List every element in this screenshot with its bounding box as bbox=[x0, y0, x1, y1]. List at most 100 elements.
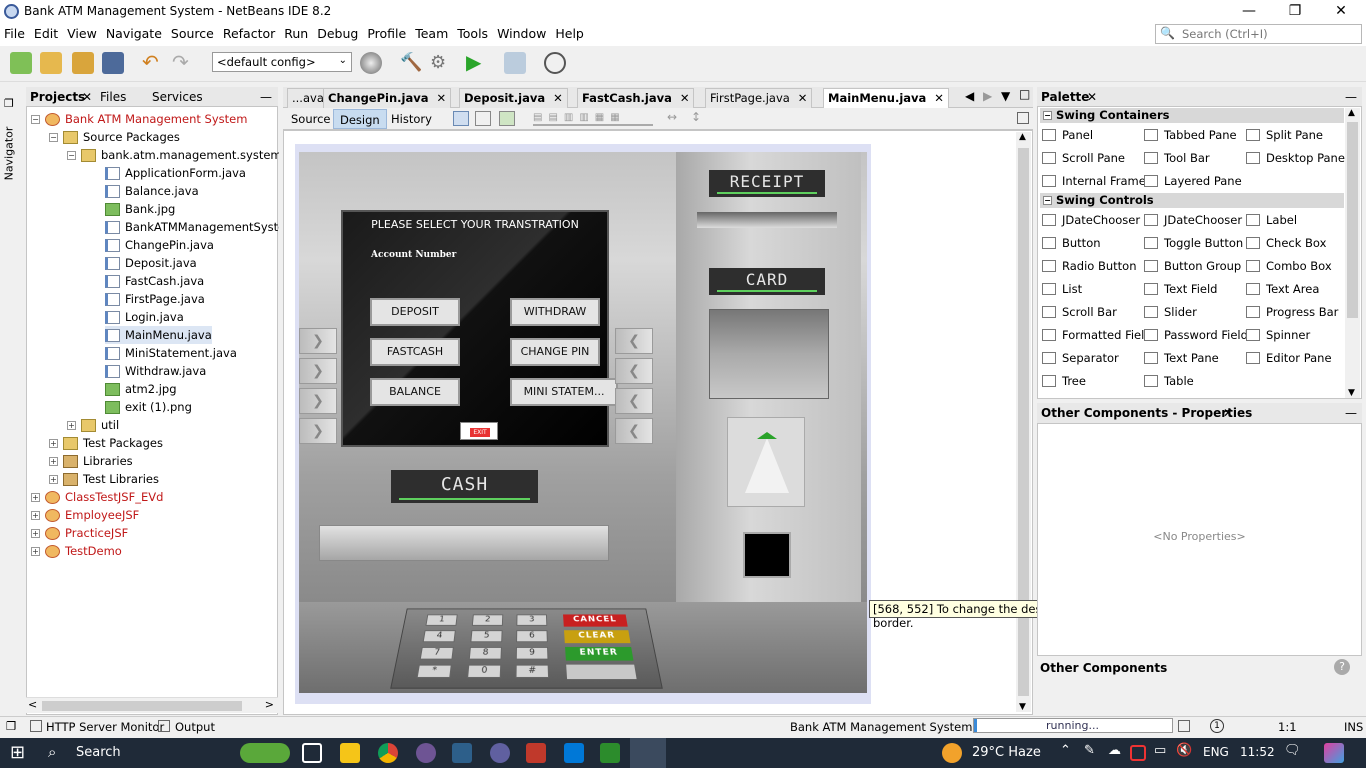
expand-icon[interactable]: + bbox=[31, 528, 40, 538]
change-pin-button[interactable]: CHANGE PIN bbox=[510, 338, 600, 366]
open-project-icon[interactable] bbox=[72, 52, 94, 74]
close-icon[interactable]: ✕ bbox=[82, 90, 92, 104]
palette-item[interactable]: Scroll Pane bbox=[1042, 148, 1125, 168]
frog-widget-icon[interactable] bbox=[240, 743, 290, 763]
swing-controls-header[interactable]: − Swing Controls bbox=[1040, 193, 1344, 208]
close-icon[interactable]: ✕ bbox=[1087, 90, 1097, 104]
tree-item[interactable]: EmployeeJSF bbox=[65, 508, 139, 522]
menu-profile[interactable]: Profile bbox=[363, 24, 411, 41]
properties-title[interactable]: Other Components - Properties bbox=[1041, 406, 1252, 420]
deposit-button[interactable]: DEPOSIT bbox=[370, 298, 460, 326]
palette-item[interactable]: Spinner bbox=[1246, 325, 1310, 345]
tree-item[interactable]: FirstPage.java bbox=[125, 292, 205, 306]
menu-tools[interactable]: Tools bbox=[453, 24, 493, 41]
palette-item[interactable]: Internal Frame bbox=[1042, 171, 1146, 191]
palette-item[interactable]: Text Area bbox=[1246, 279, 1319, 299]
minimize-panel-icon[interactable]: — bbox=[1345, 406, 1357, 420]
tab-list-icon[interactable]: ▼ bbox=[1001, 89, 1010, 103]
balance-button[interactable]: BALANCE bbox=[370, 378, 460, 406]
collapse-icon[interactable]: − bbox=[1043, 111, 1052, 120]
cloud-icon[interactable]: ☁ bbox=[1108, 743, 1121, 758]
menu-help[interactable]: Help bbox=[551, 24, 589, 41]
palette-item[interactable]: Table bbox=[1144, 371, 1194, 391]
scroll-thumb[interactable] bbox=[1347, 122, 1358, 318]
menu-edit[interactable]: Edit bbox=[30, 24, 63, 41]
file-explorer-icon[interactable] bbox=[340, 743, 360, 763]
menu-refactor[interactable]: Refactor bbox=[219, 24, 280, 41]
tree-item[interactable]: bank.atm.management.system bbox=[101, 148, 279, 162]
scroll-right-icon[interactable]: > bbox=[265, 698, 274, 711]
pen-icon[interactable]: ✎ bbox=[1084, 743, 1095, 758]
tree-item[interactable]: Login.java bbox=[125, 310, 184, 324]
tree-item[interactable]: Deposit.java bbox=[125, 256, 197, 270]
clock[interactable]: 11:52 bbox=[1240, 745, 1275, 759]
tree-item[interactable]: PracticeJSF bbox=[65, 526, 128, 540]
windows-start-icon[interactable]: ⊞ bbox=[10, 744, 25, 762]
collapse-icon[interactable]: − bbox=[1043, 196, 1052, 205]
restore-window-icon[interactable]: ❐ bbox=[4, 97, 14, 110]
tree-item[interactable]: exit (1).png bbox=[125, 400, 192, 414]
design-tab[interactable]: Design bbox=[333, 109, 387, 129]
scroll-tabs-right-icon[interactable]: ▶ bbox=[983, 89, 992, 103]
expand-icon[interactable]: + bbox=[49, 456, 58, 466]
swing-containers-header[interactable]: − Swing Containers bbox=[1040, 108, 1344, 123]
history-tab[interactable]: History bbox=[385, 109, 438, 129]
tree-item[interactable]: Bank.jpg bbox=[125, 202, 175, 216]
tree-item[interactable]: Source Packages bbox=[83, 130, 180, 144]
collapse-icon[interactable]: − bbox=[67, 150, 76, 160]
resize-horizontal-icon[interactable]: ↔ bbox=[667, 110, 677, 124]
tree-item[interactable]: MiniStatement.java bbox=[125, 346, 237, 360]
menu-debug[interactable]: Debug bbox=[313, 24, 363, 41]
menu-view[interactable]: View bbox=[63, 24, 102, 41]
palette-item[interactable]: Separator bbox=[1042, 348, 1119, 368]
tab-fastcash[interactable]: FastCash.java ✕ bbox=[577, 88, 695, 108]
tab-files[interactable]: Files bbox=[100, 90, 126, 104]
palette-item[interactable]: Text Pane bbox=[1144, 348, 1219, 368]
expand-icon[interactable]: + bbox=[49, 438, 58, 448]
tray-chevron-icon[interactable]: ⌃ bbox=[1060, 743, 1071, 758]
minimize-panel-icon[interactable]: — bbox=[260, 90, 272, 104]
palette-item[interactable]: Progress Bar bbox=[1246, 302, 1338, 322]
tree-item[interactable]: Libraries bbox=[83, 454, 133, 468]
palette-item[interactable]: Tool Bar bbox=[1144, 148, 1210, 168]
palette-item[interactable]: Combo Box bbox=[1246, 256, 1332, 276]
expand-editor-icon[interactable] bbox=[1017, 112, 1029, 124]
palette-item[interactable]: Label bbox=[1246, 210, 1297, 230]
connection-mode-icon[interactable] bbox=[475, 111, 491, 126]
network-icon[interactable]: ▭ bbox=[1154, 743, 1166, 758]
tree-item[interactable]: Bank ATM Management System bbox=[65, 112, 247, 126]
scroll-left-icon[interactable]: < bbox=[28, 698, 37, 711]
palette-item[interactable]: Text Field bbox=[1144, 279, 1217, 299]
close-window-button[interactable]: ✕ bbox=[1318, 0, 1364, 24]
menu-window[interactable]: Window bbox=[493, 24, 551, 41]
palette-item[interactable]: JDateChooser bbox=[1144, 210, 1242, 230]
tab-firstpage[interactable]: FirstPage.java ✕ bbox=[705, 88, 813, 108]
build-config-icon[interactable] bbox=[360, 52, 382, 74]
profile-icon[interactable] bbox=[544, 52, 566, 74]
tree-item[interactable]: Test Libraries bbox=[83, 472, 159, 486]
tree-item[interactable]: BankATMManagementSystem.ja bbox=[125, 220, 279, 234]
palette-item[interactable]: Tabbed Pane bbox=[1144, 125, 1237, 145]
output-tab[interactable]: Output bbox=[175, 720, 215, 734]
app-icon[interactable] bbox=[490, 743, 510, 763]
tree-item[interactable]: ChangePin.java bbox=[125, 238, 214, 252]
vertical-scrollbar[interactable]: ▲ ▼ bbox=[1016, 132, 1031, 712]
tree-item[interactable]: TestDemo bbox=[65, 544, 122, 558]
close-icon[interactable]: ✕ bbox=[680, 91, 690, 105]
mini-statement-button[interactable]: MINI STATEM... bbox=[510, 378, 618, 406]
palette-item[interactable]: Tree bbox=[1042, 371, 1086, 391]
notifications-icon[interactable]: 🗨 bbox=[1284, 743, 1301, 758]
close-icon[interactable]: ✕ bbox=[934, 91, 944, 105]
menu-source[interactable]: Source bbox=[167, 24, 219, 41]
tree-item[interactable]: Test Packages bbox=[83, 436, 163, 450]
chrome-icon[interactable] bbox=[378, 743, 398, 763]
github-icon[interactable] bbox=[416, 743, 436, 763]
tab-mainmenu[interactable]: MainMenu.java ✕ bbox=[823, 88, 949, 108]
tab-services[interactable]: Services bbox=[152, 90, 203, 104]
help-icon[interactable]: ? bbox=[1334, 659, 1350, 675]
language-indicator[interactable]: ENG bbox=[1203, 745, 1229, 759]
fastcash-button[interactable]: FASTCASH bbox=[370, 338, 460, 366]
expand-icon[interactable]: + bbox=[67, 420, 76, 430]
vscode-icon[interactable] bbox=[564, 743, 584, 763]
menu-team[interactable]: Team bbox=[411, 24, 453, 41]
